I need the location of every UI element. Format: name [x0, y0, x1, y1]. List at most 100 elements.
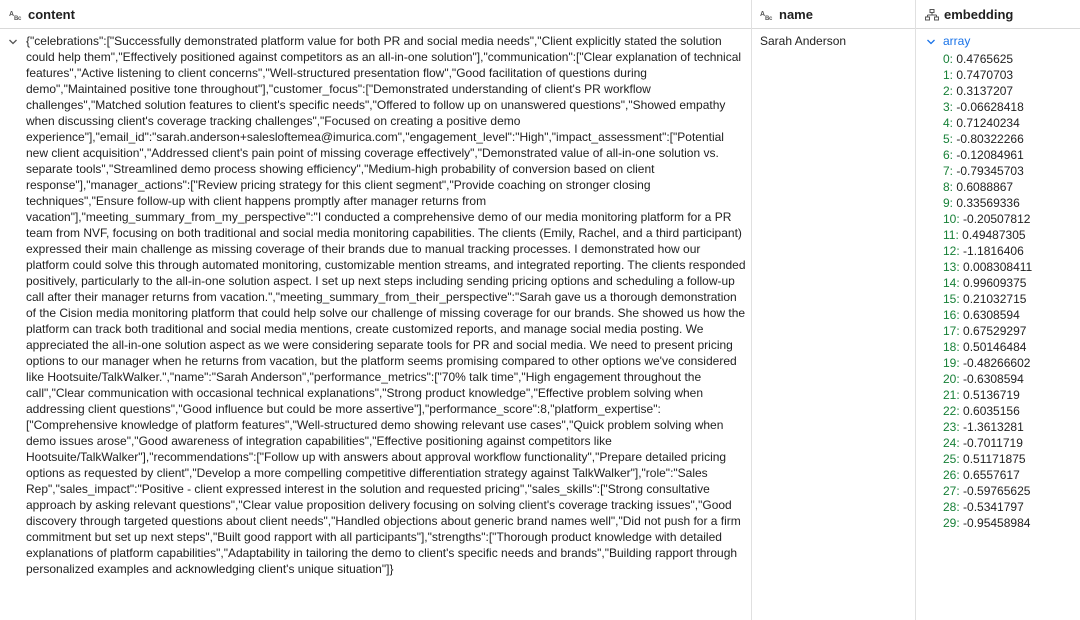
embedding-value: -0.80322266	[956, 132, 1024, 146]
embedding-index: 0:	[943, 52, 954, 66]
svg-text:c: c	[769, 16, 773, 21]
embedding-index: 25:	[943, 452, 960, 466]
embedding-value: -0.6308594	[963, 372, 1024, 386]
list-item: 1: 0.7470703	[943, 67, 1032, 83]
embedding-value: -0.59765625	[963, 484, 1031, 498]
array-toggle[interactable]: array	[925, 33, 1080, 49]
embedding-value: 0.5136719	[963, 388, 1020, 402]
embedding-value: 0.008308411	[963, 260, 1033, 274]
embedding-index: 27:	[943, 484, 960, 498]
embedding-value: 0.50146484	[963, 340, 1027, 354]
embedding-value: 0.6557617	[963, 468, 1020, 482]
list-item: 18: 0.50146484	[943, 339, 1032, 355]
column-divider[interactable]	[751, 0, 752, 620]
column-header-embedding[interactable]: embedding	[925, 0, 1013, 29]
embedding-index: 19:	[943, 356, 960, 370]
embedding-value: -0.20507812	[963, 212, 1031, 226]
embedding-index: 9:	[943, 196, 954, 210]
list-item: 29: -0.95458984	[943, 515, 1032, 531]
embedding-index: 7:	[943, 164, 954, 178]
list-item: 25: 0.51171875	[943, 451, 1032, 467]
list-item: 6: -0.12084961	[943, 147, 1032, 163]
embedding-index: 3:	[943, 100, 954, 114]
embedding-value: 0.3137207	[956, 84, 1014, 98]
embedding-value: 0.21032715	[963, 292, 1027, 306]
embedding-index: 12:	[943, 244, 960, 258]
list-item: 8: 0.6088867	[943, 179, 1032, 195]
embedding-index: 4:	[943, 116, 954, 130]
abc-text-icon: A B c	[9, 9, 23, 21]
list-item: 26: 0.6557617	[943, 467, 1032, 483]
embedding-index: 26:	[943, 468, 960, 482]
list-item: 20: -0.6308594	[943, 371, 1032, 387]
list-item: 22: 0.6035156	[943, 403, 1032, 419]
embedding-index: 22:	[943, 404, 960, 418]
list-item: 28: -0.5341797	[943, 499, 1032, 515]
list-item: 0: 0.4765625	[943, 51, 1032, 67]
list-item: 5: -0.80322266	[943, 131, 1032, 147]
embedding-index: 21:	[943, 388, 960, 402]
list-item: 24: -0.7011719	[943, 435, 1032, 451]
list-item: 10: -0.20507812	[943, 211, 1032, 227]
list-item: 2: 0.3137207	[943, 83, 1032, 99]
column-divider[interactable]	[915, 0, 916, 620]
list-item: 11: 0.49487305	[943, 227, 1032, 243]
embedding-index: 16:	[943, 308, 960, 322]
list-item: 16: 0.6308594	[943, 307, 1032, 323]
chevron-down-icon[interactable]	[7, 35, 19, 47]
embedding-cell: array 0: 0.4765625 1: 0.7470703 2: 0.31372…	[925, 33, 1080, 530]
embedding-value: 0.7470703	[956, 68, 1014, 82]
embedding-index: 8:	[943, 180, 954, 194]
list-item: 17: 0.67529297	[943, 323, 1032, 339]
svg-text:c: c	[18, 16, 22, 21]
embedding-index: 20:	[943, 372, 960, 386]
column-header-content[interactable]: A B c content	[9, 0, 75, 29]
embedding-index: 5:	[943, 132, 954, 146]
array-label: array	[943, 34, 971, 48]
column-header-label: content	[28, 7, 75, 22]
list-item: 3: -0.06628418	[943, 99, 1032, 115]
list-item: 19: -0.48266602	[943, 355, 1032, 371]
embedding-value: 0.6088867	[956, 180, 1014, 194]
data-table: A B c content A B c name embedding {"cel…	[0, 0, 1080, 620]
embedding-value: -0.12084961	[956, 148, 1024, 162]
embedding-value: 0.67529297	[963, 324, 1027, 338]
embedding-value: 0.51171875	[963, 452, 1026, 466]
embedding-value: 0.99609375	[963, 276, 1027, 290]
embedding-value: 0.4765625	[956, 52, 1014, 66]
embedding-index: 6:	[943, 148, 954, 162]
embedding-index: 13:	[943, 260, 960, 274]
embedding-value: 0.6308594	[963, 308, 1020, 322]
list-item: 21: 0.5136719	[943, 387, 1032, 403]
table-header: A B c content A B c name embedding	[0, 0, 1080, 29]
embedding-value: -0.79345703	[956, 164, 1024, 178]
embedding-value: -0.06628418	[956, 100, 1024, 114]
column-header-label: name	[779, 7, 813, 22]
embedding-index: 1:	[943, 68, 954, 82]
embedding-value: -0.7011719	[963, 436, 1023, 450]
list-item: 4: 0.71240234	[943, 115, 1032, 131]
embedding-value: -0.48266602	[963, 356, 1031, 370]
embedding-value: -1.3613281	[963, 420, 1024, 434]
embedding-index: 28:	[943, 500, 960, 514]
content-cell[interactable]: {"celebrations":["Successfully demonstra…	[26, 33, 746, 577]
embedding-index: 10:	[943, 212, 960, 226]
embedding-index: 18:	[943, 340, 960, 354]
list-item: 15: 0.21032715	[943, 291, 1032, 307]
column-header-label: embedding	[944, 7, 1014, 22]
list-item: 12: -1.1816406	[943, 243, 1032, 259]
tree-structure-icon	[925, 8, 939, 21]
embedding-value: 0.6035156	[963, 404, 1020, 418]
embedding-value: -1.1816406	[963, 244, 1024, 258]
list-item: 14: 0.99609375	[943, 275, 1032, 291]
list-item: 13: 0.008308411	[943, 259, 1032, 275]
embedding-value: -0.95458984	[963, 516, 1031, 530]
embedding-index: 29:	[943, 516, 960, 530]
chevron-down-icon	[925, 35, 937, 47]
column-header-name[interactable]: A B c name	[760, 0, 813, 29]
embedding-index: 15:	[943, 292, 960, 306]
embedding-value: 0.33569336	[956, 196, 1020, 210]
list-item: 23: -1.3613281	[943, 419, 1032, 435]
list-item: 27: -0.59765625	[943, 483, 1032, 499]
name-cell[interactable]: Sarah Anderson	[760, 33, 846, 49]
